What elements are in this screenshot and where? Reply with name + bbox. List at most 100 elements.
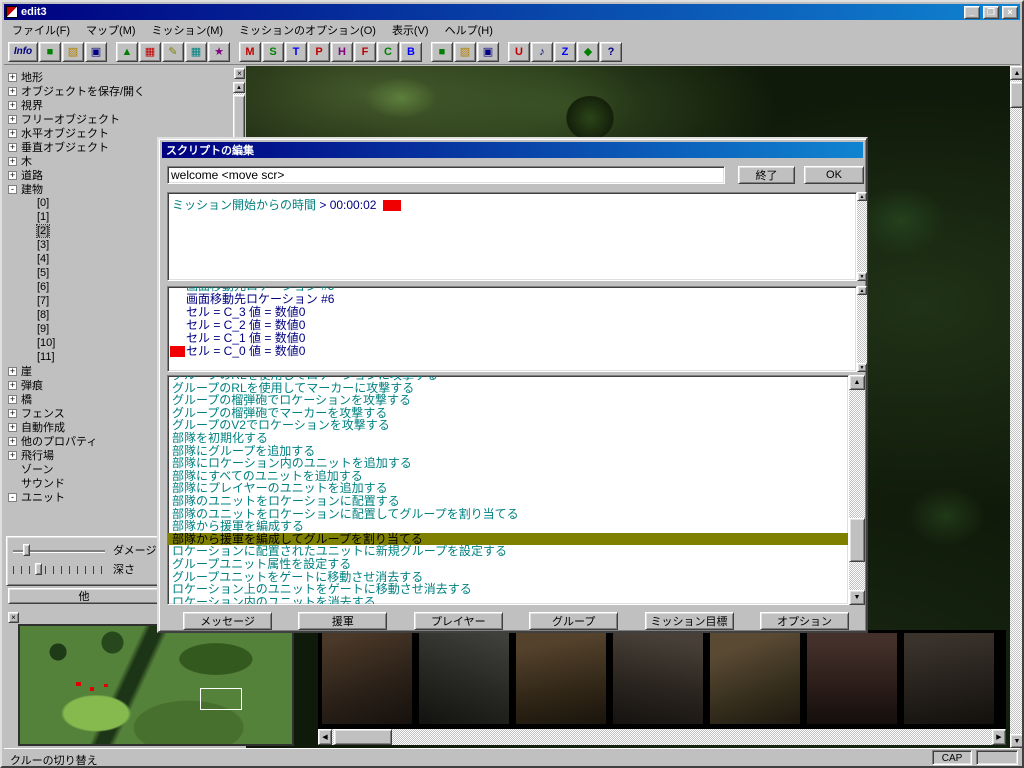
menu-item[interactable]: ミッションのオプション(O) <box>231 20 384 40</box>
tree-expand-icon[interactable]: + <box>8 423 17 432</box>
menu-item[interactable]: ファイル(F) <box>4 20 78 40</box>
scroll-down-icon[interactable]: ▼ <box>857 363 867 372</box>
scroll-thumb[interactable] <box>1010 82 1024 108</box>
exit-button[interactable]: 終了 <box>738 166 795 184</box>
info-button[interactable]: Info <box>8 42 38 62</box>
scroll-track[interactable] <box>1010 80 1024 734</box>
condition-list[interactable]: ミッション開始からの時間 > 00:00:02 <box>167 192 857 281</box>
building-thumbnail-4[interactable] <box>613 633 703 724</box>
marker-p-icon[interactable]: P <box>308 42 330 62</box>
scroll-track[interactable] <box>849 390 865 590</box>
condition-row[interactable]: ミッション開始からの時間 > 00:00:02 <box>168 193 856 216</box>
scroll-thumb[interactable] <box>334 729 392 745</box>
object-tool-icon[interactable]: ✎ <box>162 42 184 62</box>
damage-slider[interactable] <box>13 543 105 557</box>
slider-thumb[interactable] <box>35 563 42 575</box>
marker-m-icon[interactable]: M <box>239 42 261 62</box>
zone-icon[interactable]: Z <box>554 42 576 62</box>
tree-expand-icon[interactable]: + <box>8 115 17 124</box>
menu-item[interactable]: 表示(V) <box>384 20 437 40</box>
marker-f-icon[interactable]: F <box>354 42 376 62</box>
minimap-close-icon[interactable]: × <box>8 612 19 623</box>
building-thumbnail-1[interactable] <box>322 633 412 724</box>
palette-horizontal-scrollbar[interactable]: ◀ ▶ <box>318 729 1006 745</box>
scroll-down-icon[interactable]: ▼ <box>1010 734 1024 748</box>
category-tab[interactable]: プレイヤー <box>414 612 503 630</box>
action-scrollbar[interactable]: ▲ ▼ <box>857 286 867 372</box>
scroll-down-icon[interactable]: ▼ <box>849 590 865 605</box>
scroll-down-icon[interactable]: ▼ <box>857 272 867 281</box>
scroll-right-icon[interactable]: ▶ <box>992 729 1006 745</box>
marker-b-icon[interactable]: B <box>400 42 422 62</box>
tree-expand-icon[interactable]: + <box>8 101 17 110</box>
marker-t-icon[interactable]: T <box>285 42 307 62</box>
category-tab[interactable]: 援軍 <box>298 612 387 630</box>
other-button[interactable]: 他 <box>8 588 160 604</box>
save-map-icon[interactable]: ▣ <box>85 42 107 62</box>
help-icon[interactable]: ? <box>600 42 622 62</box>
slider-thumb[interactable] <box>23 544 30 556</box>
marker-s-icon[interactable]: S <box>262 42 284 62</box>
tree-item[interactable]: + フリーオブジェクト <box>8 112 230 126</box>
maximize-button[interactable]: ❐ <box>983 6 999 19</box>
scroll-up-icon[interactable]: ▲ <box>849 375 865 390</box>
building-thumbnail-5[interactable] <box>710 633 800 724</box>
tree-item[interactable]: + 地形 <box>8 70 230 84</box>
grid-tool-icon[interactable]: ▦ <box>185 42 207 62</box>
building-thumbnail-6[interactable] <box>807 633 897 724</box>
tree-expand-icon[interactable]: + <box>8 73 17 82</box>
tree-expand-icon[interactable]: - <box>8 493 17 502</box>
category-tab[interactable]: オプション <box>760 612 849 630</box>
tree-expand-icon[interactable]: - <box>8 185 17 194</box>
scroll-up-icon[interactable]: ▲ <box>857 286 867 295</box>
scroll-left-icon[interactable]: ◀ <box>318 729 332 745</box>
tree-expand-icon[interactable]: + <box>8 143 17 152</box>
condition-scrollbar[interactable]: ▲ ▼ <box>857 192 867 281</box>
terrain-tool-icon[interactable]: ▲ <box>116 42 138 62</box>
minimize-button[interactable]: _ <box>964 6 980 19</box>
texture-tool-icon[interactable]: ▦ <box>139 42 161 62</box>
marker-h-icon[interactable]: H <box>331 42 353 62</box>
minimap-viewport[interactable] <box>200 688 242 710</box>
dialog-titlebar[interactable]: スクリプトの編集 <box>162 142 863 158</box>
ok-button[interactable]: OK <box>804 166 864 184</box>
scroll-up-icon[interactable]: ▲ <box>233 82 245 93</box>
tree-expand-icon[interactable]: + <box>8 451 17 460</box>
open-mission-icon[interactable]: ▨ <box>454 42 476 62</box>
scroll-up-icon[interactable]: ▲ <box>857 192 867 201</box>
units-icon[interactable]: U <box>508 42 530 62</box>
scroll-track[interactable] <box>857 295 867 363</box>
command-scrollbar[interactable]: ▲ ▼ <box>849 375 865 605</box>
open-map-icon[interactable]: ▨ <box>62 42 84 62</box>
tree-expand-icon[interactable]: + <box>8 409 17 418</box>
building-thumbnail-7[interactable] <box>904 633 994 724</box>
script-name-input[interactable] <box>167 166 725 184</box>
command-item[interactable]: ロケーション内のユニットを消去する <box>168 596 848 605</box>
tree-expand-icon[interactable]: + <box>8 87 17 96</box>
tree-expand-icon[interactable]: + <box>8 367 17 376</box>
command-list[interactable]: グループのRLを使用してロケーションに攻撃する グループのRLを使用してマーカー… <box>167 375 849 605</box>
building-thumbnail-2[interactable] <box>419 633 509 724</box>
tree-item[interactable]: + オブジェクトを保存/開く <box>8 84 230 98</box>
menu-item[interactable]: ミッション(M) <box>144 20 232 40</box>
tree-expand-icon[interactable]: + <box>8 129 17 138</box>
scroll-track[interactable] <box>857 201 867 272</box>
action-list[interactable]: 画面移動元ロケーション #5 画面移動先ロケーション #6 セル = C_3 値… <box>167 286 857 372</box>
save-mission-icon[interactable]: ▣ <box>477 42 499 62</box>
speaker-icon[interactable]: ♪ <box>531 42 553 62</box>
menu-item[interactable]: ヘルプ(H) <box>437 20 501 40</box>
scroll-track[interactable] <box>332 729 992 745</box>
tree-expand-icon[interactable]: + <box>8 157 17 166</box>
action-row[interactable]: セル = C_0 値 = 数値0 <box>168 345 856 358</box>
tree-expand-icon[interactable]: + <box>8 171 17 180</box>
scroll-thumb[interactable] <box>849 518 865 562</box>
panel-close-icon[interactable]: × <box>234 68 245 79</box>
scroll-up-icon[interactable]: ▲ <box>1010 66 1024 80</box>
command-item[interactable]: グループのV2でロケーションを攻撃する <box>168 419 848 432</box>
category-tab[interactable]: メッセージ <box>183 612 272 630</box>
new-map-icon[interactable]: ■ <box>39 42 61 62</box>
star-tool-icon[interactable]: ★ <box>208 42 230 62</box>
building-thumbnail-3[interactable] <box>516 633 606 724</box>
menu-item[interactable]: マップ(M) <box>78 20 144 40</box>
tree-expand-icon[interactable]: + <box>8 395 17 404</box>
